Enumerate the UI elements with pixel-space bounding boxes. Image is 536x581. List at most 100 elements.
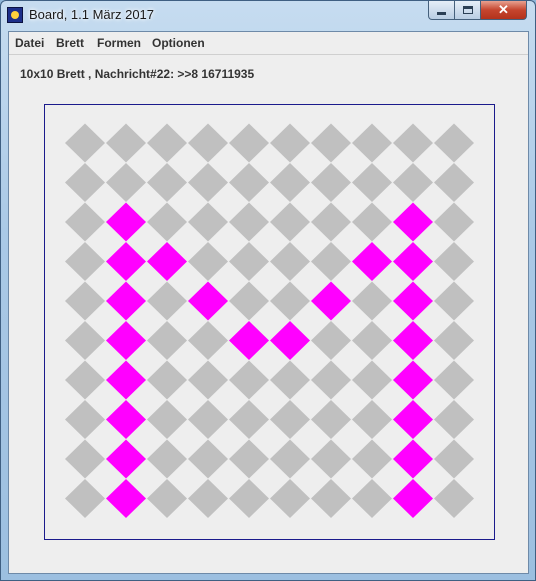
board-cell-r5-c2[interactable] <box>147 321 187 360</box>
close-button[interactable]: ✕ <box>480 1 527 20</box>
board-cell-r2-c3[interactable] <box>188 202 228 242</box>
game-board[interactable] <box>44 104 495 540</box>
board-cell-r6-c1[interactable] <box>106 360 146 400</box>
board-cell-r3-c3[interactable] <box>188 242 228 281</box>
board-cell-r4-c9[interactable] <box>434 281 474 321</box>
board-cell-r7-c5[interactable] <box>270 400 310 439</box>
board-cell-r2-c6[interactable] <box>311 202 351 242</box>
board-cell-r5-c4[interactable] <box>229 321 269 360</box>
board-cell-r7-c2[interactable] <box>147 400 187 439</box>
board-cell-r9-c2[interactable] <box>147 479 187 518</box>
board-cell-r3-c1[interactable] <box>106 242 146 281</box>
board-cell-r0-c3[interactable] <box>188 123 228 163</box>
board-cell-r1-c5[interactable] <box>270 163 310 202</box>
board-cell-r3-c6[interactable] <box>311 242 351 281</box>
board-cell-r0-c0[interactable] <box>65 123 105 163</box>
board-cell-r5-c6[interactable] <box>311 321 351 360</box>
board-cell-r7-c3[interactable] <box>188 400 228 439</box>
board-cell-r7-c7[interactable] <box>352 400 392 439</box>
board-cell-r5-c5[interactable] <box>270 321 310 360</box>
board-cell-r9-c0[interactable] <box>65 479 105 518</box>
board-cell-r1-c7[interactable] <box>352 163 392 202</box>
board-cell-r5-c0[interactable] <box>65 321 105 360</box>
board-cell-r8-c9[interactable] <box>434 439 474 479</box>
board-cell-r0-c6[interactable] <box>311 123 351 163</box>
board-cell-r1-c8[interactable] <box>393 163 433 202</box>
board-cell-r3-c4[interactable] <box>229 242 269 281</box>
board-cell-r1-c1[interactable] <box>106 163 146 202</box>
board-cell-r8-c7[interactable] <box>352 439 392 479</box>
board-cell-r8-c6[interactable] <box>311 439 351 479</box>
title-bar[interactable]: Board, 1.1 März 2017 ✕ <box>1 1 535 31</box>
board-cell-r8-c4[interactable] <box>229 439 269 479</box>
board-cell-r1-c2[interactable] <box>147 163 187 202</box>
board-cell-r8-c2[interactable] <box>147 439 187 479</box>
board-cell-r7-c0[interactable] <box>65 400 105 439</box>
board-cell-r3-c8[interactable] <box>393 242 433 281</box>
maximize-button[interactable] <box>454 1 481 20</box>
board-cell-r5-c1[interactable] <box>106 321 146 360</box>
board-cell-r7-c9[interactable] <box>434 400 474 439</box>
board-cell-r2-c2[interactable] <box>147 202 187 242</box>
board-cell-r4-c4[interactable] <box>229 281 269 321</box>
board-cell-r1-c0[interactable] <box>65 163 105 202</box>
board-cell-r5-c8[interactable] <box>393 321 433 360</box>
board-cell-r6-c3[interactable] <box>188 360 228 400</box>
board-canvas[interactable] <box>45 105 494 539</box>
board-cell-r3-c9[interactable] <box>434 242 474 281</box>
board-cell-r5-c9[interactable] <box>434 321 474 360</box>
board-cell-r9-c5[interactable] <box>270 479 310 518</box>
board-cell-r4-c8[interactable] <box>393 281 433 321</box>
board-cell-r0-c2[interactable] <box>147 123 187 163</box>
board-cell-r2-c0[interactable] <box>65 202 105 242</box>
board-cell-r6-c6[interactable] <box>311 360 351 400</box>
board-cell-r4-c7[interactable] <box>352 281 392 321</box>
board-cell-r1-c3[interactable] <box>188 163 228 202</box>
board-cell-r4-c2[interactable] <box>147 281 187 321</box>
board-cell-r9-c8[interactable] <box>393 479 433 518</box>
board-cell-r8-c8[interactable] <box>393 439 433 479</box>
board-cell-r4-c6[interactable] <box>311 281 351 321</box>
board-cell-r3-c5[interactable] <box>270 242 310 281</box>
board-cell-r8-c5[interactable] <box>270 439 310 479</box>
menu-brett[interactable]: Brett <box>56 36 84 50</box>
board-cell-r6-c5[interactable] <box>270 360 310 400</box>
menu-datei[interactable]: Datei <box>15 36 44 50</box>
board-cell-r8-c1[interactable] <box>106 439 146 479</box>
board-cell-r1-c4[interactable] <box>229 163 269 202</box>
menu-optionen[interactable]: Optionen <box>152 36 205 50</box>
board-cell-r2-c8[interactable] <box>393 202 433 242</box>
menu-formen[interactable]: Formen <box>97 36 141 50</box>
board-cell-r9-c6[interactable] <box>311 479 351 518</box>
board-cell-r3-c0[interactable] <box>65 242 105 281</box>
board-cell-r0-c5[interactable] <box>270 123 310 163</box>
board-cell-r4-c3[interactable] <box>188 281 228 321</box>
board-cell-r9-c7[interactable] <box>352 479 392 518</box>
board-cell-r6-c4[interactable] <box>229 360 269 400</box>
board-cell-r0-c8[interactable] <box>393 123 433 163</box>
board-cell-r6-c2[interactable] <box>147 360 187 400</box>
board-cell-r5-c3[interactable] <box>188 321 228 360</box>
board-cell-r9-c4[interactable] <box>229 479 269 518</box>
board-cell-r4-c0[interactable] <box>65 281 105 321</box>
board-cell-r7-c1[interactable] <box>106 400 146 439</box>
board-cell-r2-c7[interactable] <box>352 202 392 242</box>
board-cell-r0-c4[interactable] <box>229 123 269 163</box>
board-cell-r5-c7[interactable] <box>352 321 392 360</box>
board-cell-r7-c6[interactable] <box>311 400 351 439</box>
board-cell-r3-c7[interactable] <box>352 242 392 281</box>
board-cell-r3-c2[interactable] <box>147 242 187 281</box>
board-cell-r6-c0[interactable] <box>65 360 105 400</box>
minimize-button[interactable] <box>428 1 455 20</box>
board-cell-r0-c7[interactable] <box>352 123 392 163</box>
board-cell-r1-c6[interactable] <box>311 163 351 202</box>
board-cell-r2-c1[interactable] <box>106 202 146 242</box>
board-cell-r7-c4[interactable] <box>229 400 269 439</box>
board-cell-r9-c9[interactable] <box>434 479 474 518</box>
board-cell-r2-c9[interactable] <box>434 202 474 242</box>
board-cell-r8-c3[interactable] <box>188 439 228 479</box>
board-cell-r0-c9[interactable] <box>434 123 474 163</box>
board-cell-r9-c3[interactable] <box>188 479 228 518</box>
board-cell-r4-c1[interactable] <box>106 281 146 321</box>
board-cell-r8-c0[interactable] <box>65 439 105 479</box>
